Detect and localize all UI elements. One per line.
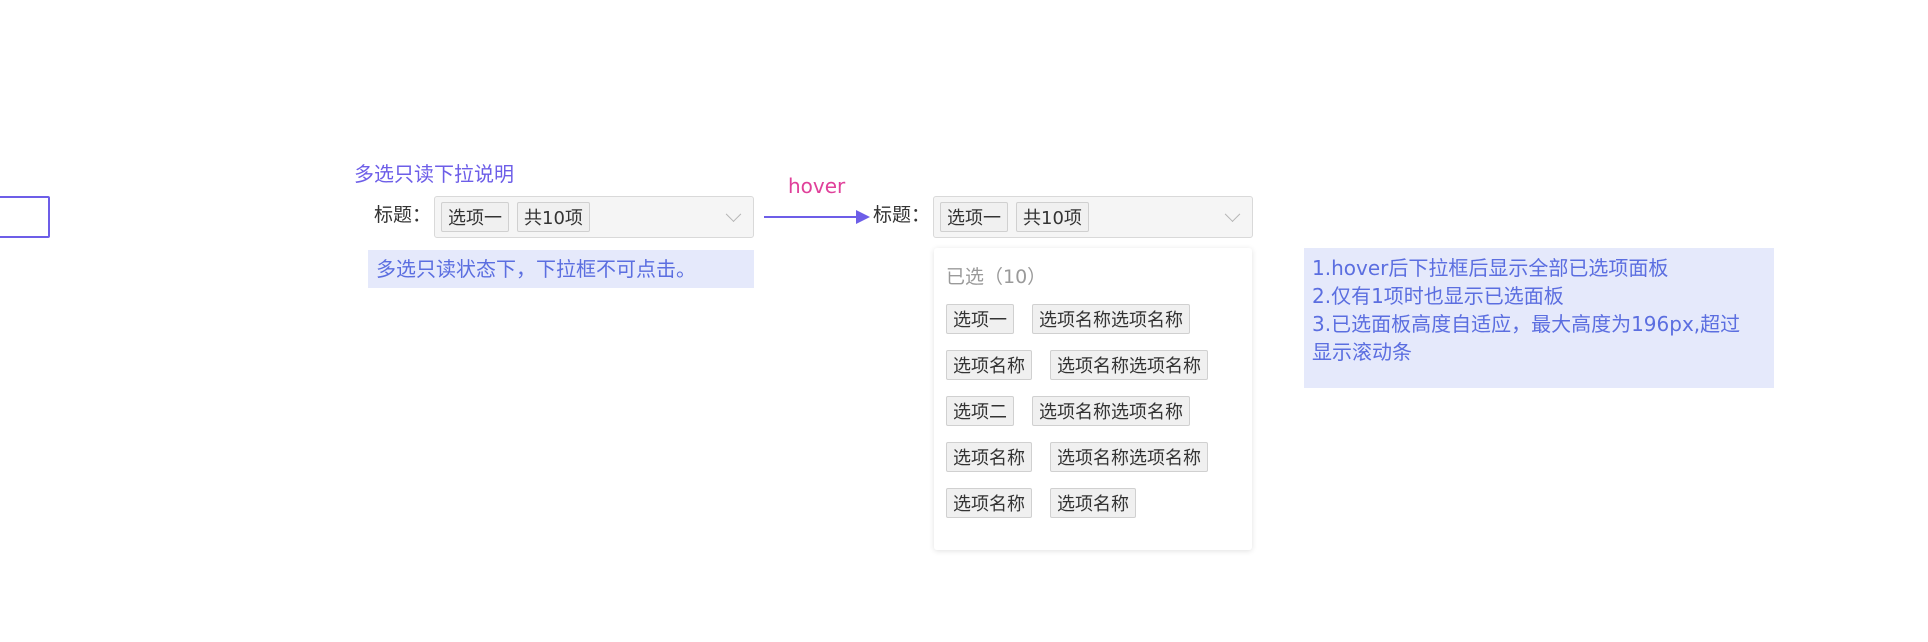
note-line: 1.hover后下拉框后显示全部已选项面板 [1312, 256, 1669, 280]
selected-tag: 选项一 [940, 202, 1008, 232]
field-label-hover: 标题： [873, 204, 931, 226]
panel-tag: 选项名称选项名称 [1050, 350, 1208, 380]
count-tag: 共10项 [517, 202, 590, 232]
canvas: 多选只读下拉说明 标题： 选项一 共10项 多选只读状态下，下拉框不可点击。 h… [0, 0, 1928, 642]
readonly-multiselect: 选项一 共10项 [434, 196, 754, 238]
field-label: 标题： [374, 204, 432, 226]
panel-tag: 选项二 [946, 396, 1014, 426]
panel-row: 选项一 选项名称选项名称 [946, 304, 1246, 334]
panel-tag: 选项名称 [946, 488, 1032, 518]
panel-tag: 选项名称 [946, 442, 1032, 472]
arrow-right-icon [856, 210, 870, 224]
panel-row: 选项名称 选项名称 [946, 488, 1246, 518]
panel-row: 选项二 选项名称选项名称 [946, 396, 1246, 426]
chevron-down-icon [725, 206, 742, 223]
panel-title: 已选（10） [946, 266, 1047, 288]
note-line: 2.仅有1项时也显示已选面板 [1312, 284, 1564, 308]
selected-tag: 选项一 [441, 202, 509, 232]
readonly-multiselect-hover[interactable]: 选项一 共10项 [933, 196, 1253, 238]
note-line: 显示滚动条 [1312, 340, 1412, 364]
panel-tag: 选项一 [946, 304, 1014, 334]
panel-tag: 选项名称选项名称 [1032, 396, 1190, 426]
panel-tag: 选项名称 [1050, 488, 1136, 518]
chevron-down-icon [1224, 206, 1241, 223]
panel-row: 选项名称 选项名称选项名称 [946, 442, 1246, 472]
panel-tag-list: 选项一 选项名称选项名称 选项名称 选项名称选项名称 选项二 选项名称选项名称 … [946, 304, 1246, 534]
selected-items-panel: 已选（10） 选项一 选项名称选项名称 选项名称 选项名称选项名称 选项二 选项… [934, 248, 1252, 550]
count-tag: 共10项 [1016, 202, 1089, 232]
readonly-note-text: 多选只读状态下，下拉框不可点击。 [376, 257, 696, 281]
panel-tag: 选项名称选项名称 [1050, 442, 1208, 472]
arrow-line [764, 216, 858, 218]
behavior-notes: 1.hover后下拉框后显示全部已选项面板 2.仅有1项时也显示已选面板 3.已… [1304, 248, 1774, 388]
note-line: 3.已选面板高度自适应，最大高度为196px,超过 [1312, 312, 1741, 336]
partial-select-box [0, 196, 50, 238]
hover-label: hover [788, 174, 846, 198]
panel-tag: 选项名称 [946, 350, 1032, 380]
panel-row: 选项名称 选项名称选项名称 [946, 350, 1246, 380]
panel-tag: 选项名称选项名称 [1032, 304, 1190, 334]
readonly-note: 多选只读状态下，下拉框不可点击。 [368, 250, 754, 288]
section-title: 多选只读下拉说明 [354, 162, 514, 186]
